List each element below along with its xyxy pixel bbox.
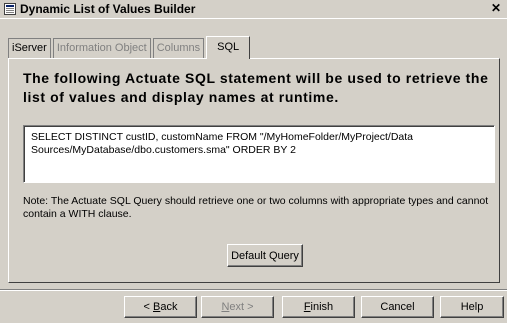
tab-sql[interactable]: SQL [206, 36, 251, 59]
tab-iserver[interactable]: iServer [8, 38, 51, 58]
back-label-suffix: ack [160, 301, 178, 313]
sql-statement-textarea[interactable]: SELECT DISTINCT custID, customName FROM … [23, 125, 495, 183]
tab-columns[interactable]: Columns [152, 38, 205, 58]
close-icon[interactable]: ✕ [489, 1, 503, 15]
cancel-button[interactable]: Cancel [361, 296, 434, 318]
next-label-suffix: ext > [229, 301, 254, 313]
tab-strip: iServer Information Object Columns SQL [8, 36, 252, 59]
sql-tab-panel: The following Actuate SQL statement will… [8, 58, 500, 283]
finish-button[interactable]: Finish [282, 296, 355, 318]
tab-information-object[interactable]: Information Object [52, 38, 151, 58]
sql-note: Note: The Actuate SQL Query should retri… [23, 195, 489, 220]
help-button[interactable]: Help [440, 296, 504, 318]
window-title: Dynamic List of Values Builder [20, 2, 196, 16]
back-label-prefix: < [143, 301, 153, 313]
list-builder-icon [4, 3, 16, 15]
finish-label-accesskey: F [303, 301, 311, 313]
footer-separator [0, 289, 507, 291]
back-button[interactable]: < Back [124, 296, 197, 318]
next-button[interactable]: Next > [201, 296, 274, 318]
title-bar: Dynamic List of Values Builder ✕ [0, 0, 507, 19]
panel-heading: The following Actuate SQL statement will… [23, 70, 489, 105]
finish-label-suffix: inish [310, 301, 334, 313]
default-query-button[interactable]: Default Query [227, 244, 303, 267]
